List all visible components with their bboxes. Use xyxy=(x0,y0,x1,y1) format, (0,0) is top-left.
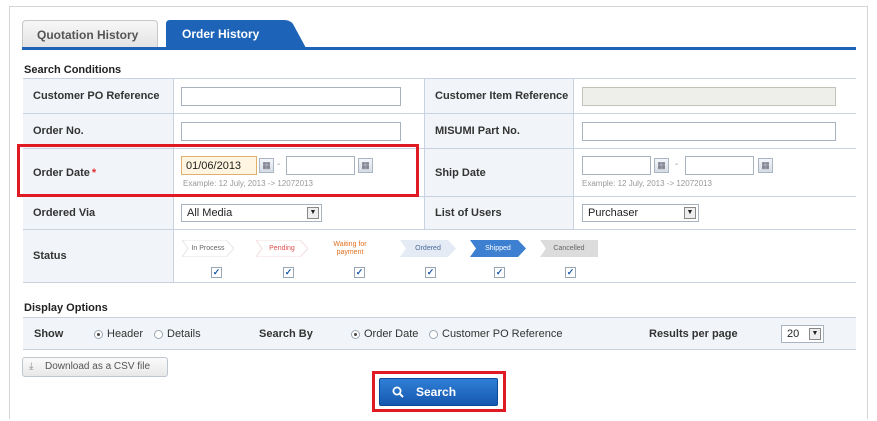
results-per-page-value: 20 xyxy=(787,328,800,340)
misumi-part-no-input[interactable] xyxy=(582,122,836,141)
results-per-page-label: Results per page xyxy=(649,328,738,340)
row-ordered-via: Ordered Via All Media ▼ List of Users Pu… xyxy=(23,197,856,230)
customer-item-reference-label: Customer Item Reference xyxy=(425,79,573,113)
calendar-icon[interactable]: ▦ xyxy=(654,158,669,173)
tab-quotation-history-label: Quotation History xyxy=(37,28,139,42)
download-icon: ⤓ xyxy=(29,361,34,372)
list-of-users-label: List of Users xyxy=(425,197,573,229)
customer-po-reference-input[interactable] xyxy=(181,87,401,106)
divider xyxy=(573,149,574,196)
order-no-input[interactable] xyxy=(181,122,401,141)
ship-date-to-input[interactable] xyxy=(685,156,754,175)
show-label: Show xyxy=(34,328,64,340)
divider xyxy=(173,197,174,229)
status-pending-checkbox[interactable]: ✓ xyxy=(283,267,294,278)
status-waiting-checkbox[interactable]: ✓ xyxy=(354,267,365,278)
ship-date-from-input[interactable] xyxy=(582,156,651,175)
search-by-po-reference-radio[interactable] xyxy=(429,330,438,339)
show-header-radio[interactable] xyxy=(94,330,103,339)
status-shipped-label: Shipped xyxy=(485,244,511,252)
status-pending-label: Pending xyxy=(269,244,295,252)
search-by-order-date-radio[interactable] xyxy=(351,330,360,339)
status-shipped-checkbox[interactable]: ✓ xyxy=(494,267,505,278)
search-by-order-date-label: Order Date xyxy=(364,328,419,340)
show-header-label: Header xyxy=(107,328,144,340)
ordered-via-value: All Media xyxy=(187,207,233,219)
show-details-radio[interactable] xyxy=(154,330,163,339)
search-button-highlight xyxy=(372,371,506,412)
divider xyxy=(573,114,574,148)
chevron-down-icon: ▼ xyxy=(307,207,319,219)
divider xyxy=(573,197,574,229)
status-waiting-for-payment: Waiting for payment xyxy=(322,238,378,259)
show-details-label: Details xyxy=(167,328,201,340)
status-ordered-label: Ordered xyxy=(415,244,441,252)
divider xyxy=(173,114,174,148)
status-in-process: In Process xyxy=(182,240,234,257)
search-conditions-title: Search Conditions xyxy=(24,64,122,76)
tab-quotation-history[interactable]: Quotation History xyxy=(22,20,158,48)
display-options-row: Show Header Details Search By Order Date… xyxy=(23,317,856,350)
download-csv-label: Download as a CSV file xyxy=(45,361,151,372)
divider xyxy=(173,79,174,113)
status-cancelled-label: Cancelled xyxy=(553,244,585,252)
tab-order-history-label: Order History xyxy=(182,27,260,41)
ordered-via-select[interactable]: All Media ▼ xyxy=(181,204,322,222)
search-by-po-reference-label: Customer PO Reference xyxy=(442,328,563,340)
row-po-reference: Customer PO Reference Customer Item Refe… xyxy=(23,79,856,114)
divider xyxy=(573,79,574,113)
status-waiting-label: Waiting for payment xyxy=(333,240,367,256)
status-shipped: Shipped xyxy=(470,240,526,257)
ordered-via-label: Ordered Via xyxy=(23,197,173,229)
divider xyxy=(173,230,174,282)
customer-po-reference-label: Customer PO Reference xyxy=(23,79,173,113)
display-options-title: Display Options xyxy=(24,302,108,314)
tab-underline xyxy=(22,47,856,50)
list-of-users-value: Purchaser xyxy=(588,207,639,219)
status-cancelled: Cancelled xyxy=(540,240,598,257)
list-of-users-select[interactable]: Purchaser ▼ xyxy=(582,204,699,222)
status-cancelled-checkbox[interactable]: ✓ xyxy=(565,267,576,278)
order-date-highlight xyxy=(17,144,419,197)
chevron-down-icon: ▼ xyxy=(809,328,821,340)
status-ordered: Ordered xyxy=(400,240,456,257)
status-label: Status xyxy=(23,230,173,282)
status-ordered-checkbox[interactable]: ✓ xyxy=(425,267,436,278)
date-separator: - xyxy=(675,159,679,170)
customer-item-reference-input xyxy=(582,87,836,106)
misumi-part-no-label: MISUMI Part No. xyxy=(425,114,573,148)
search-by-label: Search By xyxy=(259,328,313,340)
ship-date-label: Ship Date xyxy=(425,149,573,196)
status-pending: Pending xyxy=(256,240,308,257)
calendar-icon[interactable]: ▦ xyxy=(758,158,773,173)
search-conditions-table: Customer PO Reference Customer Item Refe… xyxy=(23,78,856,283)
tab-order-history[interactable]: Order History xyxy=(166,20,306,48)
status-in-process-label: In Process xyxy=(191,244,225,252)
status-in-process-checkbox[interactable]: ✓ xyxy=(211,267,222,278)
download-csv-button[interactable]: ⤓ Download as a CSV file xyxy=(22,357,168,377)
order-no-label: Order No. xyxy=(23,114,173,148)
chevron-down-icon: ▼ xyxy=(684,207,696,219)
ship-date-example: Example: 12 July, 2013 -> 12072013 xyxy=(582,179,712,188)
results-per-page-select[interactable]: 20 ▼ xyxy=(781,325,824,343)
